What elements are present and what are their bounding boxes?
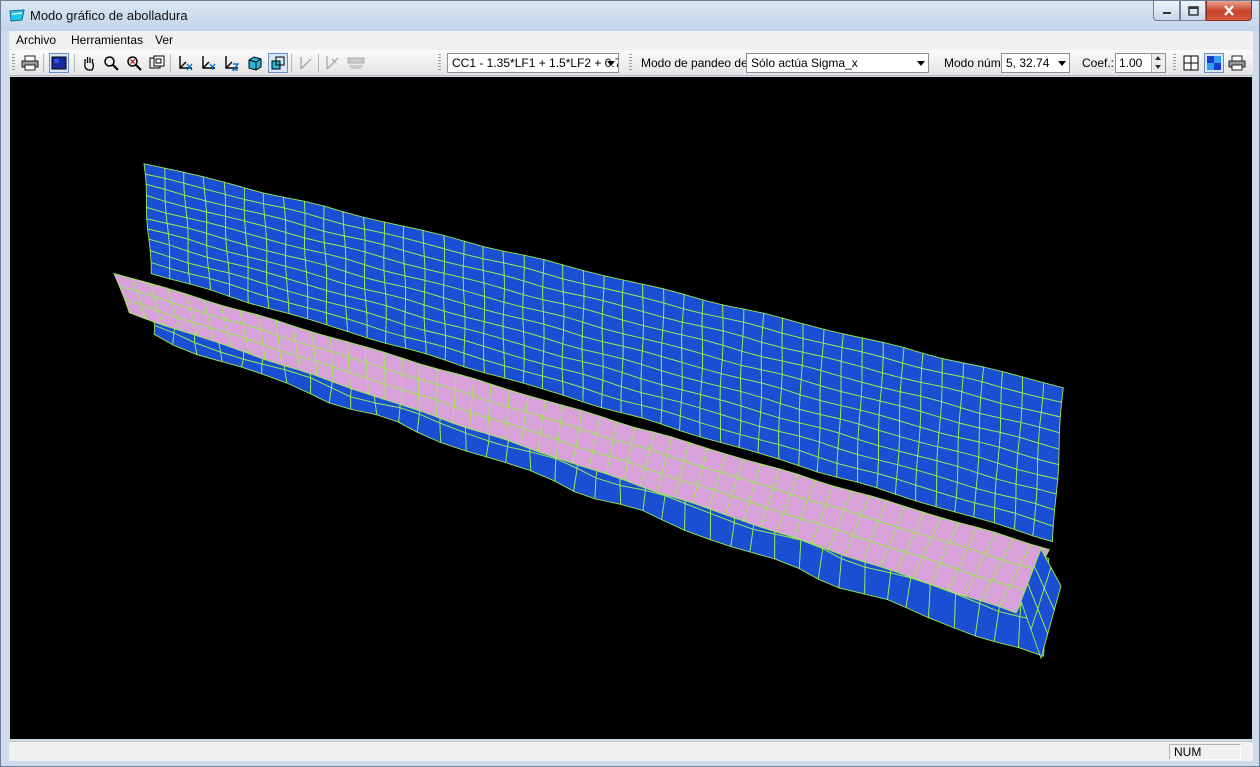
toolbar-grip[interactable]: [629, 54, 632, 72]
bottom-flange-cell: [993, 610, 1021, 649]
minimize-button[interactable]: [1153, 1, 1180, 21]
perspective-icon: [271, 56, 285, 70]
mesh-grid-button[interactable]: [1181, 53, 1201, 73]
color-palette-icon: [51, 56, 67, 70]
zoom-button[interactable]: [101, 53, 121, 73]
menu-bar: Archivo Herramientas Ver: [9, 31, 1253, 50]
close-icon: [1224, 5, 1234, 16]
app-icon: [9, 9, 25, 22]
zoom-icon: [104, 56, 119, 71]
graphics-viewport[interactable]: [10, 77, 1252, 739]
buckling-mode-mesh: [113, 163, 1064, 660]
toolbar-grip[interactable]: [438, 54, 441, 72]
view-y-button[interactable]: [199, 53, 219, 73]
load-case-value: CC1 - 1.35*LF1 + 1.5*LF2 + 0.7: [452, 56, 619, 70]
perspective-button[interactable]: [268, 53, 288, 73]
color-palette-button[interactable]: [49, 53, 69, 73]
toolbar-separator: [318, 54, 319, 72]
mode-number-select[interactable]: 5, 32.74: [1001, 53, 1070, 73]
disabled-tool-button[interactable]: [296, 53, 316, 73]
view-y-icon: [202, 56, 216, 70]
view-z-button[interactable]: [222, 53, 242, 73]
coef-spinner[interactable]: 1.00: [1115, 53, 1166, 73]
color-map-button[interactable]: [1204, 53, 1224, 73]
chevron-down-icon: [917, 61, 925, 66]
coef-value: 1.00: [1119, 56, 1143, 70]
disabled-axis-button[interactable]: [323, 53, 343, 73]
printer-icon: [21, 55, 39, 71]
pan-hand-icon: [84, 57, 94, 71]
coef-label: Coef.:: [1082, 56, 1115, 70]
view-3d-button[interactable]: [245, 53, 265, 73]
chevron-down-icon: [1058, 61, 1066, 66]
mesh-grid-icon: [1183, 55, 1199, 71]
maximize-button[interactable]: [1180, 1, 1206, 21]
view-z-icon: [225, 56, 240, 71]
disabled-ruler-icon: [347, 57, 365, 69]
print-button[interactable]: [20, 53, 40, 73]
menu-archivo[interactable]: Archivo: [16, 33, 56, 47]
buckling-mode-select[interactable]: Sólo actúa Sigma_x: [746, 53, 929, 73]
view-x-icon: [179, 56, 193, 71]
window-title: Modo gráfico de abolladura: [30, 8, 188, 23]
toolbar-separator: [291, 54, 292, 72]
buckling-mode-value: Sólo actúa Sigma_x: [751, 56, 858, 70]
bottom-flange-cell: [749, 528, 776, 560]
num-lock-indicator: NUM: [1169, 744, 1241, 760]
disabled-axis-icon: [326, 56, 339, 70]
zoom-window-icon: [127, 56, 142, 71]
maximize-icon: [1187, 5, 1199, 16]
pan-button[interactable]: [79, 53, 99, 73]
menu-herramientas[interactable]: Herramientas: [71, 33, 143, 47]
load-case-select[interactable]: CC1 - 1.35*LF1 + 1.5*LF2 + 0.7: [447, 53, 619, 73]
title-bar[interactable]: Modo gráfico de abolladura: [1, 1, 1259, 31]
bottom-flange-cell: [905, 577, 931, 619]
menu-ver[interactable]: Ver: [155, 33, 173, 47]
zoom-window-button[interactable]: [124, 53, 144, 73]
toolbar-separator: [74, 54, 75, 72]
color-map-icon: [1207, 56, 1221, 70]
toolbar-separator: [43, 54, 44, 72]
mode-number-label: Modo núm:: [944, 56, 1005, 70]
print-settings-icon: [1228, 55, 1246, 71]
zoom-extents-button[interactable]: [147, 53, 167, 73]
toolbar-grip[interactable]: [12, 54, 15, 72]
disabled-tool-icon: [300, 57, 312, 70]
toolbar: CC1 - 1.35*LF1 + 1.5*LF2 + 0.7 Modo de p…: [9, 50, 1253, 76]
toolbar-separator: [170, 54, 171, 72]
chevron-down-icon: [607, 61, 615, 66]
status-bar: NUM: [9, 741, 1253, 761]
disabled-ruler-button[interactable]: [346, 53, 366, 73]
spin-up-icon[interactable]: [1151, 54, 1165, 63]
print-settings-button[interactable]: [1227, 53, 1247, 73]
application-window: Modo gráfico de abolladura Archivo Herra…: [0, 0, 1260, 767]
buckling-mode-label: Modo de pandeo de:: [641, 56, 752, 70]
toolbar-grip[interactable]: [1173, 54, 1176, 72]
spin-down-icon[interactable]: [1151, 63, 1165, 72]
mode-number-value: 5, 32.74: [1006, 56, 1050, 70]
view-3d-icon: [248, 56, 262, 71]
view-x-button[interactable]: [176, 53, 196, 73]
minimize-icon: [1162, 11, 1171, 14]
bottom-flange-cell: [774, 533, 802, 570]
close-button[interactable]: [1206, 1, 1252, 21]
zoom-extents-icon: [149, 55, 165, 69]
bottom-flange-cell: [864, 566, 892, 601]
